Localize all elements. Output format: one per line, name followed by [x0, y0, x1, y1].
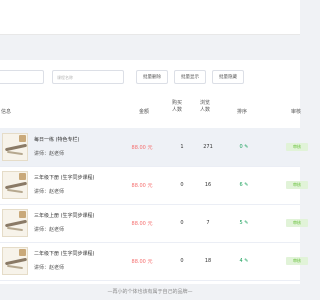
- status-badge: 审核: [286, 143, 308, 151]
- header-views: 浏览人数: [199, 100, 210, 113]
- course-teacher: 讲师：赵老师: [34, 189, 65, 195]
- sort-value: 4: [239, 258, 243, 264]
- course-buyers: 0: [180, 182, 184, 188]
- edit-icon[interactable]: ✎: [244, 144, 248, 150]
- course-buyers: 1: [180, 144, 184, 150]
- batch-delete-button[interactable]: 批量删除: [136, 70, 168, 84]
- header-info: 信息: [0, 109, 11, 115]
- course-price: 88.00 元: [131, 145, 153, 151]
- table-row[interactable]: 每日一练 (特色专栏) 讲师：赵老师 88.00 元 1 271 0 ✎ 审核: [0, 128, 308, 167]
- course-teacher: 讲师：赵老师: [34, 265, 65, 271]
- batch-hide-button[interactable]: 批量隐藏: [212, 70, 244, 84]
- course-thumbnail: [2, 209, 28, 237]
- course-sort[interactable]: 0 ✎: [224, 144, 264, 150]
- course-buyers: 0: [180, 220, 184, 226]
- course-price: 88.00 元: [131, 221, 153, 227]
- course-sort[interactable]: 6 ✎: [224, 182, 264, 188]
- course-views: 7: [206, 220, 210, 226]
- course-thumbnail: [2, 133, 28, 161]
- sort-value: 6: [239, 182, 243, 188]
- footer-slogan: —再小的个体也该有属于自己的品牌—: [0, 284, 300, 300]
- course-title: 每日一练 (特色专栏): [34, 137, 80, 143]
- edit-icon[interactable]: ✎: [244, 182, 248, 188]
- course-buyers: 0: [180, 258, 184, 264]
- course-title: 三年级下册 (生字同步课程): [34, 175, 95, 181]
- header-amount: 金额: [138, 109, 149, 115]
- course-views: 18: [204, 258, 212, 264]
- top-bar: [0, 0, 300, 35]
- course-teacher: 讲师：赵老师: [34, 227, 65, 233]
- table-header: 信息 金额 购买人数 浏览人数 排序 审核: [0, 94, 301, 129]
- edit-icon[interactable]: ✎: [244, 220, 248, 226]
- sort-value: 0: [239, 144, 243, 150]
- course-views: 271: [203, 144, 213, 150]
- course-thumbnail: [2, 171, 28, 199]
- course-teacher: 讲师：赵老师: [34, 151, 65, 157]
- header-sort[interactable]: 排序: [230, 108, 254, 115]
- filter-input[interactable]: [0, 70, 44, 84]
- edit-icon[interactable]: ✎: [244, 258, 248, 264]
- course-name-input[interactable]: [52, 70, 124, 84]
- status-badge: 审核: [286, 219, 308, 227]
- status-badge: 审核: [286, 257, 308, 265]
- course-sort[interactable]: 5 ✎: [224, 220, 264, 226]
- course-title: 二年级下册 (生字同步课程): [34, 251, 95, 257]
- course-table: 信息 金额 购买人数 浏览人数 排序 审核 每日一练 (特色专栏) 讲师：赵老师…: [0, 94, 308, 284]
- table-row[interactable]: 二年级下册 (生字同步课程) 讲师：赵老师 88.00 元 0 18 4 ✎ 审…: [0, 242, 308, 281]
- table-row[interactable]: 三年级下册 (生字同步课程) 讲师：赵老师 88.00 元 0 16 6 ✎ 审…: [0, 166, 308, 205]
- header-buyers: 购买人数: [171, 100, 182, 113]
- course-views: 16: [204, 182, 212, 188]
- course-title: 三年级上册 (生字同步课程): [34, 213, 95, 219]
- course-price: 88.00 元: [131, 259, 153, 265]
- sort-value: 5: [239, 220, 243, 226]
- course-price: 88.00 元: [131, 183, 153, 189]
- course-thumbnail: [2, 247, 28, 275]
- status-badge: 审核: [286, 181, 308, 189]
- batch-show-button[interactable]: 批量显示: [174, 70, 206, 84]
- toolbar: 批量删除 批量显示 批量隐藏: [0, 60, 300, 94]
- course-sort[interactable]: 4 ✎: [224, 258, 264, 264]
- header-review: 审核: [290, 109, 301, 115]
- table-row[interactable]: 三年级上册 (生字同步课程) 讲师：赵老师 88.00 元 0 7 5 ✎ 审核: [0, 204, 308, 243]
